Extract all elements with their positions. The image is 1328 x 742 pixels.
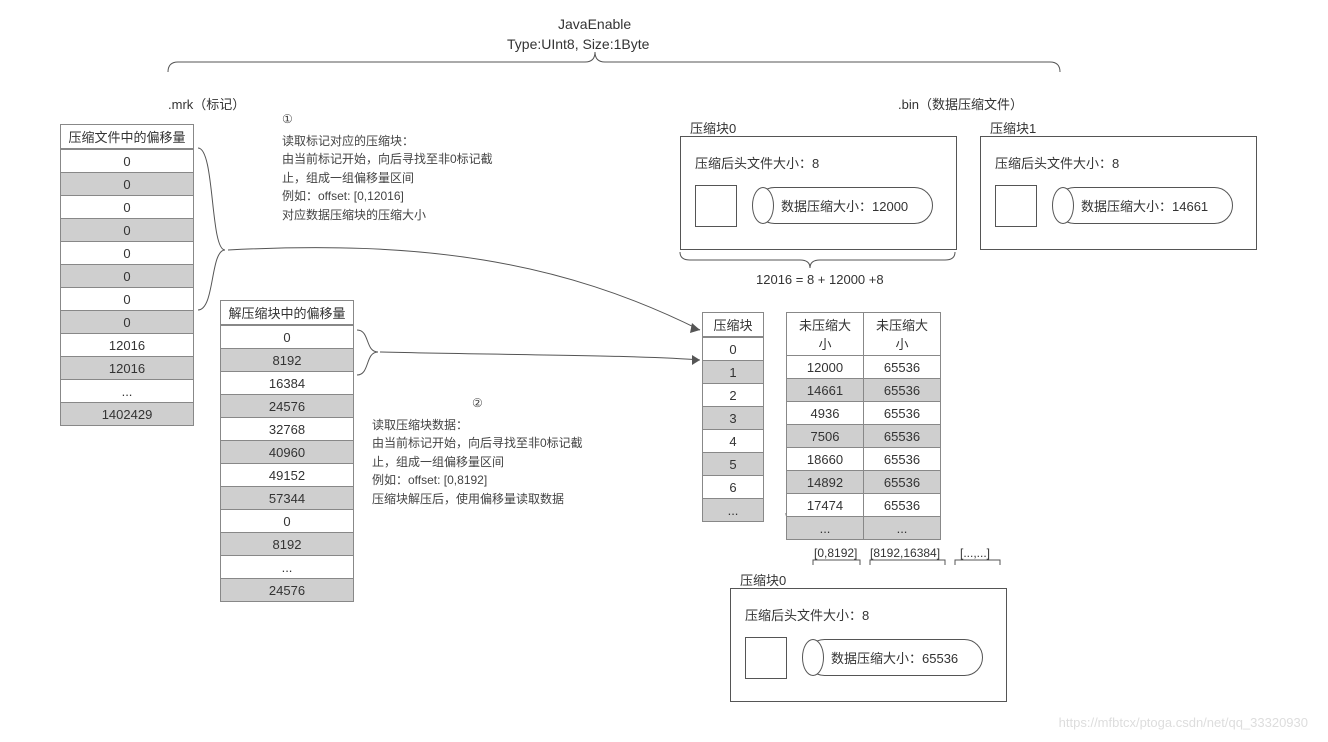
range-1: [0,8192] xyxy=(814,546,857,560)
cell: 0 xyxy=(61,173,194,196)
cell: 0 xyxy=(221,510,354,533)
cell: 3 xyxy=(703,407,764,430)
cell: 14892 xyxy=(787,471,864,494)
title: JavaEnable xyxy=(558,16,631,32)
cell: 4 xyxy=(703,430,764,453)
step1-l4: 例如：offset: [0,12016] xyxy=(282,187,493,206)
cell: 32768 xyxy=(221,418,354,441)
block0b-ellipse xyxy=(802,639,824,676)
cell: 24576 xyxy=(221,579,354,602)
block0b-square xyxy=(745,637,787,679)
step1-box: ① 读取标记对应的压缩块： 由当前标记开始，向后寻找至非0标记截 止，组成一组偏… xyxy=(282,110,493,225)
step1-l2: 由当前标记开始，向后寻找至非0标记截 xyxy=(282,150,493,169)
cell: 0 xyxy=(61,265,194,288)
cell: ... xyxy=(221,556,354,579)
block0b-box: 压缩后头文件大小：8 数据压缩大小：65536 xyxy=(730,588,1007,702)
cell: ... xyxy=(864,517,941,540)
step2-l5: 压缩块解压后，使用偏移量读取数据 xyxy=(372,490,583,509)
block1-ellipse xyxy=(1052,187,1074,224)
cell: 0 xyxy=(61,242,194,265)
offsets-table: 压缩文件中的偏移量 000000001201612016...1402429 xyxy=(60,124,194,426)
cell: 8192 xyxy=(221,349,354,372)
cell: 0 xyxy=(61,150,194,173)
block0-datasize: 数据压缩大小：12000 xyxy=(756,187,933,224)
block0-ellipse xyxy=(752,187,774,224)
cell: 2 xyxy=(703,384,764,407)
cell: 5 xyxy=(703,453,764,476)
block1-square xyxy=(995,185,1037,227)
step1-l1: 读取标记对应的压缩块： xyxy=(282,132,493,151)
cell: ... xyxy=(787,517,864,540)
cell: 18660 xyxy=(787,448,864,471)
range-3: [...,...] xyxy=(960,546,990,560)
cell: 65536 xyxy=(864,425,941,448)
cell: 8192 xyxy=(221,533,354,556)
sizes-header-cell: 未压缩大小 xyxy=(787,313,864,356)
cell: 14661 xyxy=(787,379,864,402)
cell: 17474 xyxy=(787,494,864,517)
decompress-table: 解压缩块中的偏移量 081921638424576327684096049152… xyxy=(220,300,354,602)
step1-l5: 对应数据压缩块的压缩大小 xyxy=(282,206,493,225)
cell: 0 xyxy=(221,326,354,349)
cell: ... xyxy=(703,499,764,522)
cell: 0 xyxy=(703,338,764,361)
cell: 24576 xyxy=(221,395,354,418)
cell: 7506 xyxy=(787,425,864,448)
cell: 0 xyxy=(61,288,194,311)
block0-square xyxy=(695,185,737,227)
cell: 40960 xyxy=(221,441,354,464)
cell: 12016 xyxy=(61,334,194,357)
cell: 0 xyxy=(61,196,194,219)
cell: 1402429 xyxy=(61,403,194,426)
block1-datasize: 数据压缩大小：14661 xyxy=(1056,187,1233,224)
block0-headsize: 压缩后头文件大小：8 xyxy=(695,153,819,172)
subtitle: Type:UInt8, Size:1Byte xyxy=(507,36,649,52)
range-2: [8192,16384] xyxy=(870,546,940,560)
step2-l1: 读取压缩块数据： xyxy=(372,416,583,435)
cell: 1 xyxy=(703,361,764,384)
step2-num: ② xyxy=(472,396,483,410)
cell: 6 xyxy=(703,476,764,499)
block0b-datasize: 数据压缩大小：65536 xyxy=(806,639,983,676)
cell: 65536 xyxy=(864,402,941,425)
cell: 57344 xyxy=(221,487,354,510)
block1-box: 压缩后头文件大小：8 数据压缩大小：14661 xyxy=(980,136,1257,250)
step1-num: ① xyxy=(282,112,293,126)
block1-label: 压缩块1 xyxy=(990,118,1036,137)
cell: 0 xyxy=(61,311,194,334)
block0b-headsize: 压缩后头文件大小：8 xyxy=(745,605,869,624)
cell: 65536 xyxy=(864,448,941,471)
cell: 65536 xyxy=(864,494,941,517)
cell: 4936 xyxy=(787,402,864,425)
bin-label: .bin（数据压缩文件） xyxy=(898,94,1023,113)
block0b-label: 压缩块0 xyxy=(740,570,786,589)
step2-box: ② 读取压缩块数据： 由当前标记开始，向后寻找至非0标记截 止，组成一组偏移量区… xyxy=(372,394,583,509)
compress-idx-header: 压缩块 xyxy=(702,312,764,337)
block0-label: 压缩块0 xyxy=(690,118,736,137)
compress-idx-table: 压缩块 0123456... xyxy=(702,312,764,522)
cell: 65536 xyxy=(864,356,941,379)
sizes-table: 未压缩大小未压缩大小120006553614661655364936655367… xyxy=(786,312,941,540)
watermark: https://mfbtcx/ptoga.csdn/net/qq_3332093… xyxy=(1059,715,1308,730)
step2-l3: 止，组成一组偏移量区间 xyxy=(372,453,583,472)
decompress-header: 解压缩块中的偏移量 xyxy=(220,300,354,325)
mrk-label: .mrk（标记） xyxy=(168,94,245,113)
cell: 0 xyxy=(61,219,194,242)
block0-box: 压缩后头文件大小：8 数据压缩大小：12000 xyxy=(680,136,957,250)
cell: 12016 xyxy=(61,357,194,380)
step2-l4: 例如：offset: [0,8192] xyxy=(372,471,583,490)
offsets-header: 压缩文件中的偏移量 xyxy=(60,124,194,149)
cell: ... xyxy=(61,380,194,403)
sizes-header-cell: 未压缩大小 xyxy=(864,313,941,356)
step2-l2: 由当前标记开始，向后寻找至非0标记截 xyxy=(372,434,583,453)
step1-l3: 止，组成一组偏移量区间 xyxy=(282,169,493,188)
cell: 65536 xyxy=(864,379,941,402)
cell: 12000 xyxy=(787,356,864,379)
cell: 16384 xyxy=(221,372,354,395)
formula: 12016 = 8 + 12000 +8 xyxy=(756,272,884,287)
block1-headsize: 压缩后头文件大小：8 xyxy=(995,153,1119,172)
cell: 65536 xyxy=(864,471,941,494)
cell: 49152 xyxy=(221,464,354,487)
